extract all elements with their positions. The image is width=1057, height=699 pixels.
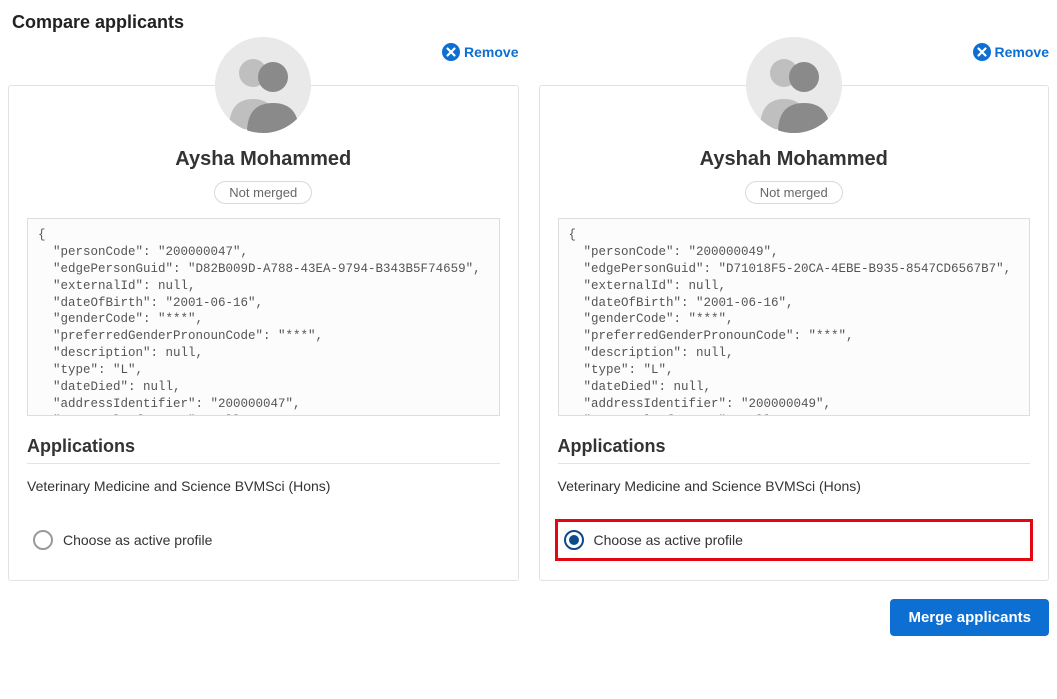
radio-icon <box>33 530 53 550</box>
application-item: Veterinary Medicine and Science BVMSci (… <box>558 478 1031 494</box>
remove-button[interactable]: Remove <box>442 43 518 61</box>
merge-status-badge: Not merged <box>745 181 843 204</box>
merge-applicants-button[interactable]: Merge applicants <box>890 599 1049 636</box>
footer: Merge applicants <box>8 599 1049 636</box>
choose-active-profile[interactable]: Choose as active profile <box>27 522 500 558</box>
applicant-column-1: Remove Ayshah Mohammed Not merged { "per… <box>539 37 1050 581</box>
remove-label: Remove <box>464 44 518 60</box>
application-item: Veterinary Medicine and Science BVMSci (… <box>27 478 500 494</box>
page-title: Compare applicants <box>12 12 1049 33</box>
close-icon <box>442 43 460 61</box>
applicant-name: Ayshah Mohammed <box>558 148 1031 171</box>
applicant-card: Aysha Mohammed Not merged { "personCode"… <box>8 85 519 581</box>
divider <box>558 463 1031 464</box>
choose-label: Choose as active profile <box>63 532 212 548</box>
applications-heading: Applications <box>27 436 500 457</box>
applicant-card: Ayshah Mohammed Not merged { "personCode… <box>539 85 1050 581</box>
applicant-json-box[interactable]: { "personCode": "200000049", "edgePerson… <box>558 218 1031 416</box>
applications-heading: Applications <box>558 436 1031 457</box>
avatar <box>746 37 842 133</box>
merge-status-badge: Not merged <box>214 181 312 204</box>
radio-icon <box>564 530 584 550</box>
choose-label: Choose as active profile <box>594 532 743 548</box>
remove-button[interactable]: Remove <box>973 43 1049 61</box>
remove-label: Remove <box>995 44 1049 60</box>
compare-cards: Remove Aysha Mohammed Not merged { "pers… <box>8 37 1049 581</box>
divider <box>27 463 500 464</box>
choose-active-profile[interactable]: Choose as active profile <box>558 522 1031 558</box>
applicant-column-0: Remove Aysha Mohammed Not merged { "pers… <box>8 37 519 581</box>
applicant-name: Aysha Mohammed <box>27 148 500 171</box>
avatar <box>215 37 311 133</box>
close-icon <box>973 43 991 61</box>
applicant-json-box[interactable]: { "personCode": "200000047", "edgePerson… <box>27 218 500 416</box>
